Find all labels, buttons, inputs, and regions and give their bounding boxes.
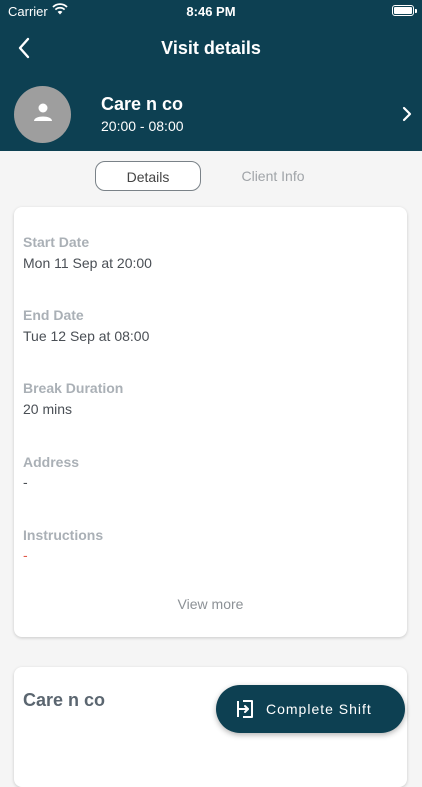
tab-bar: Details Client Info bbox=[0, 161, 422, 191]
tab-details[interactable]: Details bbox=[95, 161, 201, 191]
break-duration-label: Break Duration bbox=[23, 380, 124, 396]
avatar bbox=[14, 86, 71, 143]
start-date-label: Start Date bbox=[23, 234, 90, 250]
client-card-title: Care n co bbox=[23, 690, 106, 710]
header: Carrier 8:46 PM Visit details Care n co … bbox=[0, 0, 422, 151]
address-value: - bbox=[23, 474, 28, 490]
view-more-link[interactable]: View more bbox=[14, 596, 407, 612]
break-duration-value: 20 mins bbox=[23, 401, 73, 417]
details-card: Start Date Mon 11 Sep at 20:00 End Date … bbox=[14, 207, 407, 637]
status-time: 8:46 PM bbox=[186, 4, 236, 19]
nav-bar: Visit details bbox=[0, 28, 422, 72]
tab-client-info[interactable]: Client Info bbox=[222, 161, 324, 191]
battery-icon bbox=[392, 5, 417, 16]
instructions-label: Instructions bbox=[23, 527, 104, 543]
client-name: Care n co bbox=[101, 94, 184, 114]
visit-time-range: 20:00 - 08:00 bbox=[101, 118, 184, 134]
exit-icon bbox=[234, 698, 256, 720]
complete-shift-label: Complete Shift bbox=[266, 701, 372, 717]
client-summary-row[interactable]: Care n co 20:00 - 08:00 bbox=[0, 84, 422, 144]
page-title: Visit details bbox=[161, 38, 261, 58]
person-icon bbox=[32, 101, 54, 128]
start-date-value: Mon 11 Sep at 20:00 bbox=[23, 255, 152, 271]
instructions-value: - bbox=[23, 547, 28, 563]
address-label: Address bbox=[23, 454, 80, 470]
end-date-label: End Date bbox=[23, 307, 84, 323]
complete-shift-button[interactable]: Complete Shift bbox=[216, 685, 405, 733]
chevron-right-icon bbox=[402, 106, 412, 127]
end-date-value: Tue 12 Sep at 08:00 bbox=[23, 328, 150, 344]
status-bar: Carrier 8:46 PM bbox=[0, 0, 422, 24]
